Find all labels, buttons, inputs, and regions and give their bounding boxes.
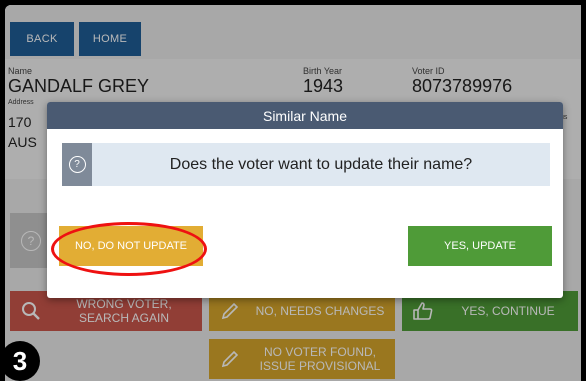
dialog-question-text: Does the voter want to update their name… <box>169 155 473 173</box>
app-screen: BACK HOME Name GANDALF GREY Birth Year 1… <box>5 5 581 381</box>
step-number-badge: 3 <box>0 341 40 381</box>
help-icon: ? <box>62 143 92 186</box>
dialog-title: Similar Name <box>47 102 563 129</box>
annotation-circle <box>51 222 207 276</box>
yes-update-button[interactable]: YES, UPDATE <box>408 226 552 266</box>
dialog-question-box: ? Does the voter want to update their na… <box>62 143 550 186</box>
